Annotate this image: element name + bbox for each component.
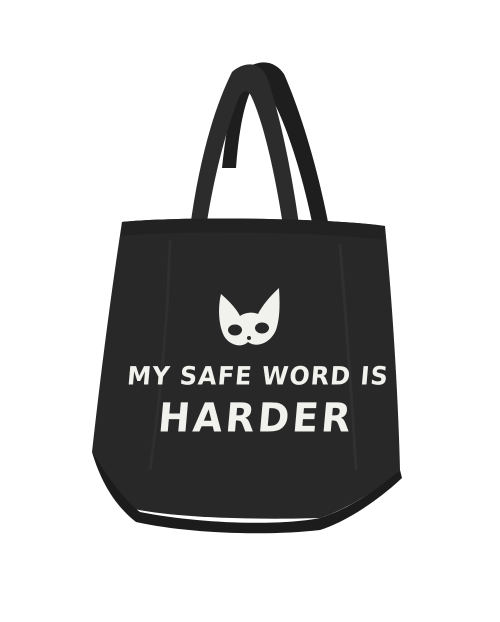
product-photo: MY SAFE WORD IS HARDER xyxy=(0,0,500,618)
print-text-line-1: MY SAFE WORD IS xyxy=(125,361,391,391)
print-text-line-2: HARDER xyxy=(156,394,356,442)
tote-bag xyxy=(92,62,402,534)
